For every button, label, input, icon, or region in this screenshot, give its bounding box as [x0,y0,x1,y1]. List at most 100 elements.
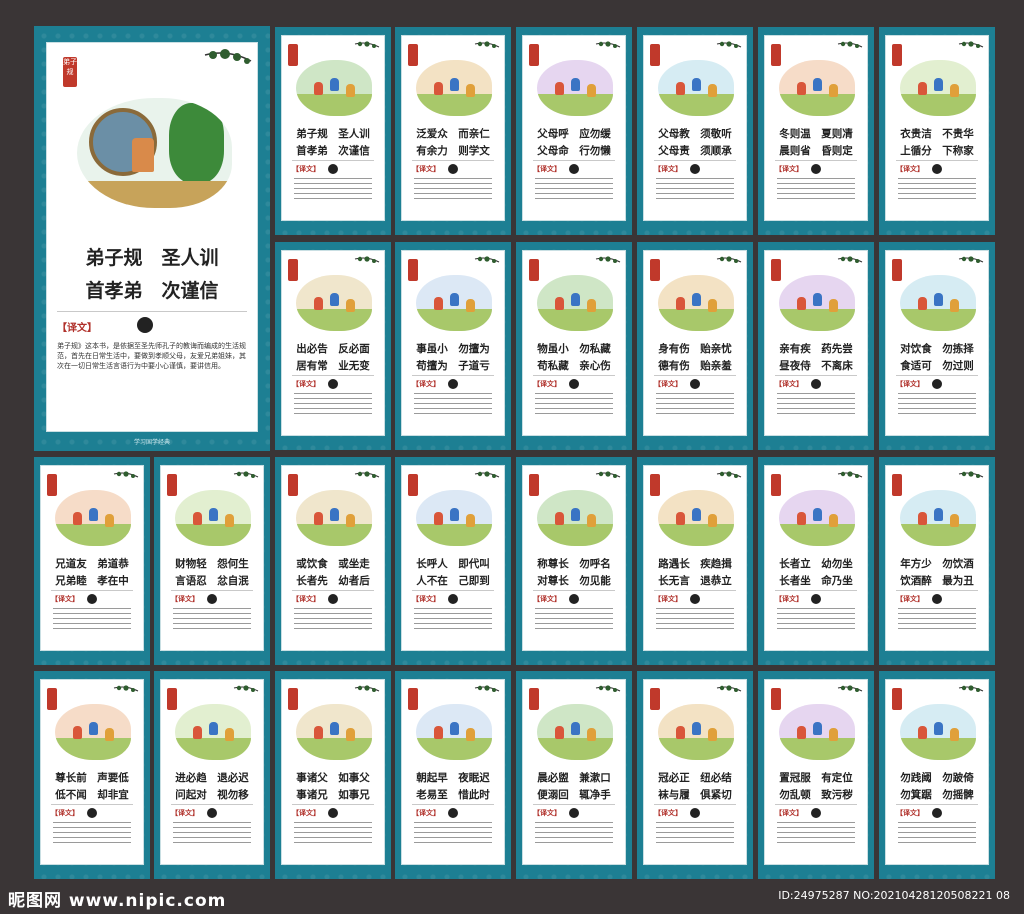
ink-blot-icon [137,317,153,333]
panel-verse-line-2: 言语忍 忿自泯 [175,575,249,587]
panel-card: 亲有疾 药先尝 昼夜侍 不离床 【译文】 [764,250,868,436]
panel-illustration [900,490,976,546]
panel-illustration [416,60,492,116]
panel-divider [896,160,978,161]
pine-branch-icon [595,685,621,692]
panel-board: 长者立 幼勿坐 长者坐 命乃坐 【译文】 [758,457,874,665]
panel-seal-icon [167,474,177,496]
panel-verse-line-2: 首孝弟 次谨信 [296,145,370,157]
panel-seal-icon [167,688,177,710]
panel-translation-tag: 【译文】 [51,809,79,817]
panel-illustration [296,275,372,331]
panel-seal-icon [892,474,902,496]
pine-branch-icon [716,685,742,692]
pine-branch-icon [474,256,500,263]
ink-blot-icon [811,379,821,389]
panel-verse-line-2: 苟私藏 亲心伤 [537,360,611,372]
panel-verse-line-1: 进必趋 退必迟 [175,772,249,784]
panel-verse-line-2: 有余力 则学文 [416,145,490,157]
panel-board: 事诸父 如事父 事诸兄 如事兄 【译文】 [275,671,391,879]
pine-branch-icon [837,256,863,263]
panel-verse-line-1: 尊长前 声要低 [55,772,129,784]
panel-card: 长呼人 即代叫 人不在 己即到 【译文】 [401,465,505,651]
panel-divider [292,804,374,805]
panel-illustration [416,704,492,760]
panel-verse-line-2: 低不闻 却非宜 [55,789,129,801]
ink-blot-icon [328,164,338,174]
panel-divider [292,375,374,376]
ink-blot-icon [690,594,700,604]
panel-verse-line-1: 弟子规 圣人训 [296,128,370,140]
panel-illustration [658,490,734,546]
panel-translation-text [294,178,372,200]
panel-divider [654,160,736,161]
pine-branch-icon [113,685,139,692]
panel-board: 财物轻 怨何生 言语忍 忿自泯 【译文】 [154,457,270,665]
pine-branch-icon [354,256,380,263]
panel-board: 父母呼 应勿缓 父母命 行勿懒 【译文】 [516,27,632,235]
pine-branch-icon [354,41,380,48]
panel-translation-text [53,608,131,630]
pine-branch-icon [716,41,742,48]
panel-card: 事诸父 如事父 事诸兄 如事兄 【译文】 [281,679,385,865]
pine-branch-icon [233,685,259,692]
panel-translation-text [656,822,734,844]
panel-divider [896,375,978,376]
ink-blot-icon [448,379,458,389]
ink-blot-icon [448,594,458,604]
panel-card: 父母教 须敬听 父母责 须顺承 【译文】 [643,35,747,221]
panel-translation-tag: 【译文】 [533,380,561,388]
panel-verse-line-1: 泛爱众 而亲仁 [416,128,490,140]
panel-board: 出必告 反必面 居有常 业无变 【译文】 [275,242,391,450]
panel-illustration [779,275,855,331]
panel-illustration [900,275,976,331]
panel-verse-line-2: 兄弟睦 孝在中 [55,575,129,587]
panel-illustration [779,60,855,116]
panel-translation-tag: 【译文】 [775,380,803,388]
panel-translation-text [294,822,372,844]
panel-verse-line-2: 勿箕踞 勿摇髀 [900,789,974,801]
panel-board: 泛爱众 而亲仁 有余力 则学文 【译文】 [395,27,511,235]
panel-divider [412,804,494,805]
panel-translation-tag: 【译文】 [654,165,682,173]
panel-translation-tag: 【译文】 [775,595,803,603]
panel-verse-line-2: 饮酒醉 最为丑 [900,575,974,587]
panel-verse-line-2: 父母命 行勿懒 [537,145,611,157]
panel-translation-text [414,393,492,415]
panel-verse-line-2: 居有常 业无变 [296,360,370,372]
panel-divider [533,804,615,805]
panel-card: 进必趋 退必迟 问起对 视勿移 【译文】 [160,679,264,865]
panel-card: 事虽小 勿擅为 苟擅为 子道亏 【译文】 [401,250,505,436]
panel-board: 身有伤 贻亲忧 德有伤 贻亲羞 【译文】 [637,242,753,450]
panel-illustration [55,704,131,760]
panel-translation-text [414,608,492,630]
panel-divider [896,590,978,591]
title-seal: 弟子规 [63,57,77,87]
panel-board: 衣贵洁 不贵华 上循分 下称家 【译文】 [879,27,995,235]
panel-divider [412,590,494,591]
watermark-id: ID:24975287 NO:20210428120508221 08 [778,889,1010,902]
panel-seal-icon [529,259,539,281]
panel-verse-line-2: 便溺回 辄净手 [537,789,611,801]
ink-blot-icon [87,808,97,818]
panel-board: 父母教 须敬听 父母责 须顺承 【译文】 [637,27,753,235]
panel-divider [654,590,736,591]
ink-blot-icon [569,164,579,174]
pine-branch-icon [958,685,984,692]
pine-branch-icon [474,471,500,478]
ink-blot-icon [690,164,700,174]
ink-blot-icon [932,594,942,604]
panel-board: 称尊长 勿呼名 对尊长 勿见能 【译文】 [516,457,632,665]
panel-verse-line-1: 朝起早 夜眠迟 [416,772,490,784]
panel-verse-line-1: 物虽小 勿私藏 [537,343,611,355]
ink-blot-icon [448,164,458,174]
panel-verse-line-1: 冠必正 纽必结 [658,772,732,784]
panel-seal-icon [408,474,418,496]
panel-verse-line-1: 对饮食 勿拣择 [900,343,974,355]
verse-line-2: 首孝弟 次谨信 [85,280,219,302]
panel-verse-line-1: 出必告 反必面 [296,343,370,355]
pine-branch-icon [595,471,621,478]
panel-translation-tag: 【译文】 [412,380,440,388]
panel-translation-text [777,393,855,415]
pine-branch-icon [837,41,863,48]
